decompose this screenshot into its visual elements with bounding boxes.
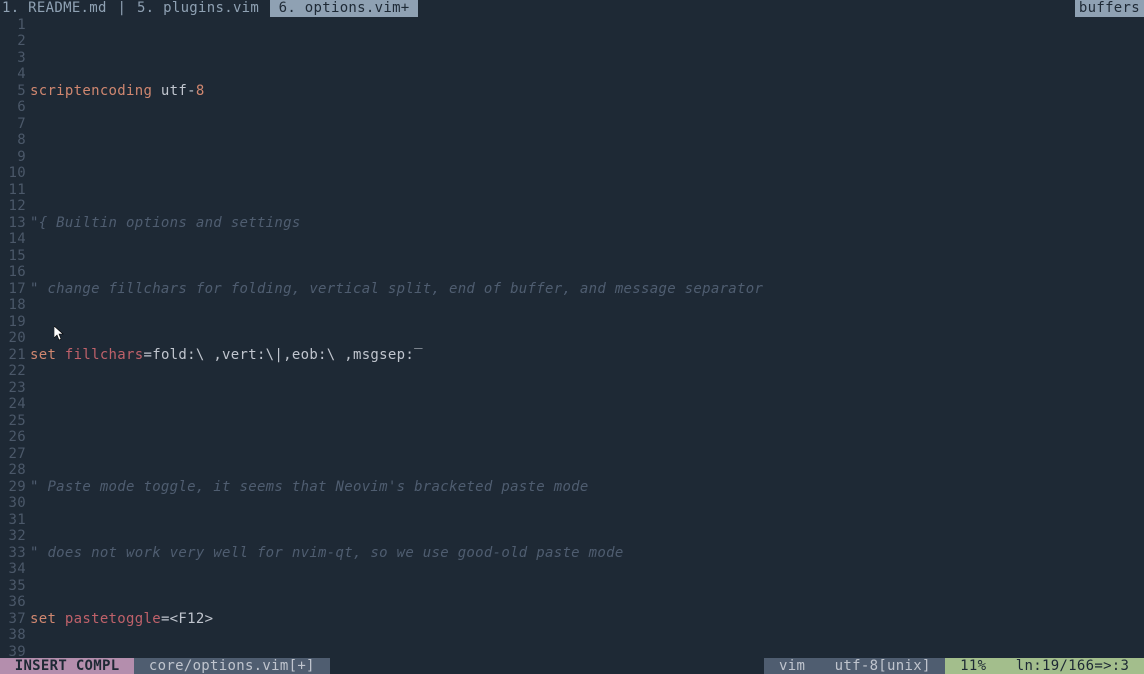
comment: " change fillchars for folding, vertical… xyxy=(30,281,763,298)
line-number: 17 xyxy=(0,281,26,298)
text: =<F12> xyxy=(161,611,213,628)
line-number: 29 xyxy=(0,479,26,496)
line-number: 11 xyxy=(0,182,26,199)
keyword: scriptencoding xyxy=(30,83,152,100)
keyword: set xyxy=(30,611,56,628)
line-number: 27 xyxy=(0,446,26,463)
percent-indicator: 11% xyxy=(945,658,1001,674)
option: fillchars xyxy=(56,347,143,364)
line-number: 13 xyxy=(0,215,26,232)
line-number: 31 xyxy=(0,512,26,529)
comment: " does not work very well for nvim-qt, s… xyxy=(30,545,624,562)
line-number-gutter: 1234567891011121314151617181920212223242… xyxy=(0,17,30,658)
comment: " Paste mode toggle, it seems that Neovi… xyxy=(30,479,589,496)
line-number: 4 xyxy=(0,66,26,83)
line-number: 25 xyxy=(0,413,26,430)
tab-options-active[interactable]: 6. options.vim+ xyxy=(270,0,418,17)
line-number: 26 xyxy=(0,429,26,446)
line-number: 33 xyxy=(0,545,26,562)
line-number: 16 xyxy=(0,264,26,281)
buffer-tabline: 1. README.md | 5. plugins.vim 6. options… xyxy=(0,0,1144,17)
line-number: 7 xyxy=(0,116,26,133)
tab-sep: | xyxy=(109,0,135,17)
number: 8 xyxy=(196,83,205,100)
comment: "{ Builtin options and settings xyxy=(30,215,301,232)
text: =fold:\ ,vert:\|,eob:\ ,msgsep:‾ xyxy=(143,347,422,364)
line-number: 5 xyxy=(0,83,26,100)
tab-sep xyxy=(261,0,270,17)
line-number: 18 xyxy=(0,297,26,314)
editor-pane[interactable]: 1234567891011121314151617181920212223242… xyxy=(0,17,1144,658)
line-number: 28 xyxy=(0,462,26,479)
line-number: 19 xyxy=(0,314,26,331)
option: pastetoggle xyxy=(56,611,161,628)
encoding-indicator: utf-8[unix] xyxy=(820,658,945,674)
line-number: 30 xyxy=(0,495,26,512)
line-number: 21 xyxy=(0,347,26,364)
line-number: 20 xyxy=(0,330,26,347)
line-number: 12 xyxy=(0,198,26,215)
keyword: set xyxy=(30,347,56,364)
line-number: 9 xyxy=(0,149,26,166)
file-indicator: core/options.vim[+] xyxy=(134,658,329,674)
filetype-indicator: vim xyxy=(764,658,820,674)
line-number: 34 xyxy=(0,561,26,578)
line-number: 8 xyxy=(0,132,26,149)
line-number: 35 xyxy=(0,578,26,595)
line-number: 15 xyxy=(0,248,26,265)
line-number: 32 xyxy=(0,528,26,545)
text: utf- xyxy=(152,83,196,100)
line-number: 1 xyxy=(0,17,26,34)
line-number: 3 xyxy=(0,50,26,67)
line-number: 10 xyxy=(0,165,26,182)
buffers-indicator: buffers xyxy=(1075,0,1144,17)
status-line: INSERT COMPL core/options.vim[+] vim utf… xyxy=(0,658,1144,674)
line-number: 22 xyxy=(0,363,26,380)
line-number: 2 xyxy=(0,33,26,50)
line-number: 6 xyxy=(0,99,26,116)
tab-plugins[interactable]: 5. plugins.vim xyxy=(135,0,261,17)
position-indicator: ln:19/166=>:3 xyxy=(1001,658,1144,674)
code-area[interactable]: scriptencoding utf-8 "{ Builtin options … xyxy=(30,17,1144,658)
line-number: 39 xyxy=(0,644,26,658)
line-number: 23 xyxy=(0,380,26,397)
line-number: 37 xyxy=(0,611,26,628)
line-number: 36 xyxy=(0,594,26,611)
line-number: 38 xyxy=(0,627,26,644)
tab-readme[interactable]: 1. README.md xyxy=(0,0,109,17)
mode-indicator: INSERT COMPL xyxy=(0,658,134,674)
line-number: 14 xyxy=(0,231,26,248)
line-number: 24 xyxy=(0,396,26,413)
